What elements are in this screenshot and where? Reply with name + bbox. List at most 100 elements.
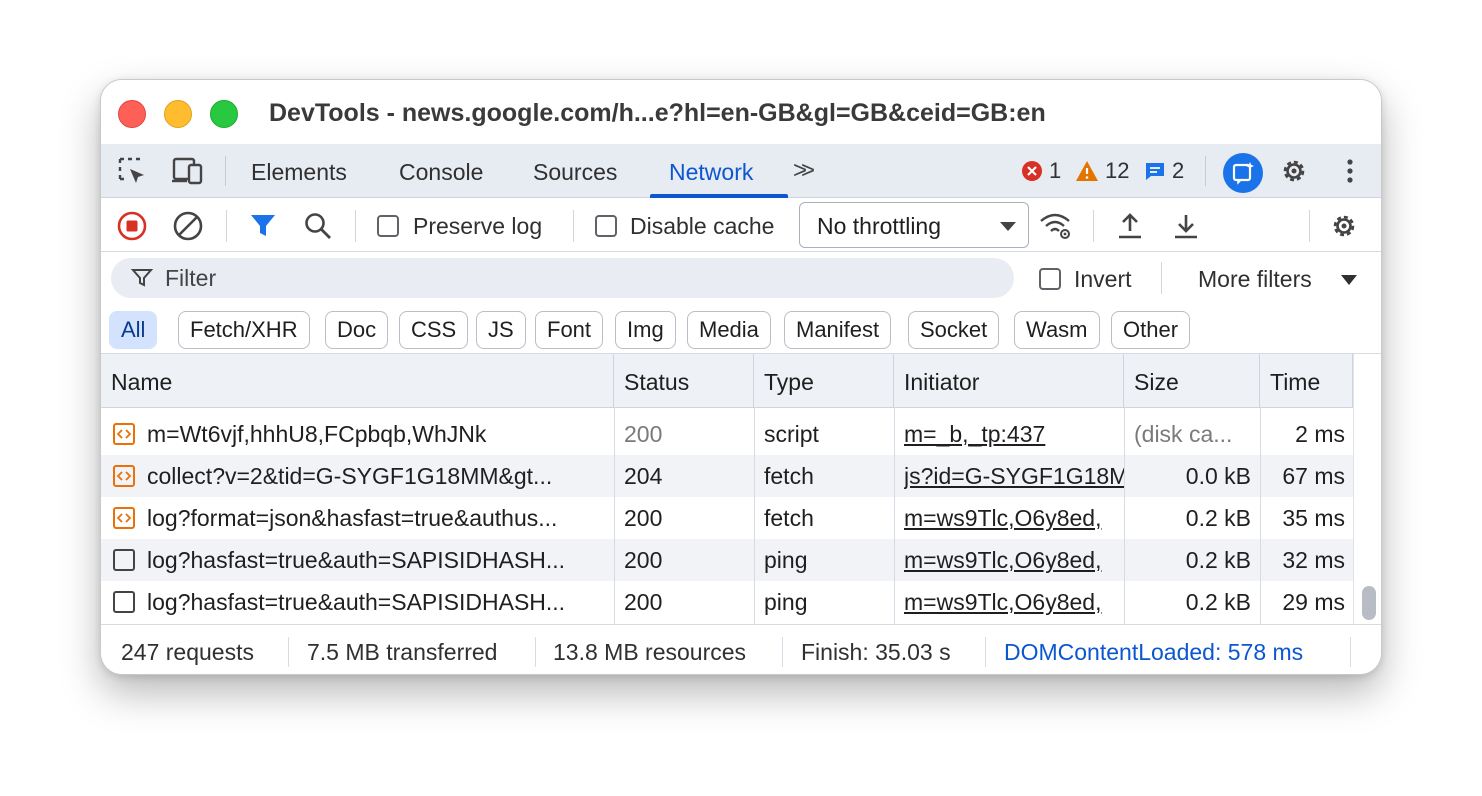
message-icon [1144,160,1166,182]
table-row[interactable]: log?format=json&hasfast=true&authus... 2… [101,497,1353,539]
table-row[interactable]: log?hasfast=true&auth=SAPISIDHASH... 200… [101,539,1353,581]
toolbar-divider [573,210,574,242]
table-row[interactable]: collect?v=2&tid=G-SYGF1G18MM&gt... 204 f… [101,455,1353,497]
tab-console[interactable]: Console [399,159,483,186]
toolbar-divider [226,210,227,242]
filter-funnel-icon [130,267,154,294]
network-conditions-wifi-icon[interactable] [1039,209,1073,243]
minimize-window-button[interactable] [164,100,192,128]
type-filter-doc[interactable]: Doc [325,311,389,349]
preserve-log-checkbox[interactable] [377,215,399,237]
type-filter-other[interactable]: Other [1111,311,1191,349]
settings-gear-icon[interactable] [1277,155,1311,187]
type-filter-css[interactable]: CSS [399,311,469,349]
request-size: 0.0 kB [1185,463,1251,489]
request-type: ping [764,547,808,573]
requests-table: Name Status Type Initiator Size Time m=W… [101,354,1381,624]
type-filter-all[interactable]: All [109,311,158,349]
inspect-element-icon[interactable] [115,155,149,187]
more-filters-button[interactable]: More filters [1198,266,1312,293]
table-row[interactable]: m=Wt6vjf,hhhU8,FCpbqb,WhJNk 200 script m… [101,413,1353,455]
tab-sources[interactable]: Sources [533,159,617,186]
error-icon [1021,160,1043,182]
column-header-initiator[interactable]: Initiator [894,354,1124,408]
script-icon [113,465,135,487]
request-type: script [764,421,819,447]
warnings-badge[interactable]: 12 [1075,158,1129,184]
table-scrollbar-track[interactable] [1353,354,1381,624]
filter-input[interactable] [165,262,985,294]
close-window-button[interactable] [118,100,146,128]
more-options-vertical-dots-icon[interactable] [1333,155,1367,187]
toolbar-divider [1309,210,1310,242]
preserve-log-label: Preserve log [413,213,543,239]
filter-box [111,258,1014,298]
request-initiator-link[interactable]: m=ws9Tlc,O6y8ed, [904,497,1124,539]
table-header: Name Status Type Initiator Size Time [101,354,1353,408]
type-filter-manifest[interactable]: Manifest [784,311,892,349]
type-filter-js[interactable]: JS [476,311,526,349]
request-count: 247 requests [121,639,254,665]
request-type: fetch [764,505,814,531]
script-icon [113,507,135,529]
clear-log-icon[interactable] [171,209,205,243]
more-tabs-chevron-icon[interactable]: >> [793,157,815,185]
request-time: 35 ms [1282,505,1345,531]
script-icon [113,423,135,445]
type-filter-font[interactable]: Font [535,311,604,349]
disable-cache-checkbox[interactable] [595,215,617,237]
tab-elements[interactable]: Elements [251,159,347,186]
throttling-select[interactable]: No throttling [799,202,1029,248]
finish-time: Finish: 35.03 s [801,639,951,665]
warning-icon [1075,160,1099,182]
column-header-size[interactable]: Size [1124,354,1260,408]
invert-checkbox[interactable] [1039,268,1061,290]
search-icon[interactable] [301,209,335,243]
warnings-count: 12 [1105,158,1130,183]
request-name: log?hasfast=true&auth=SAPISIDHASH... [147,547,566,573]
messages-count: 2 [1172,158,1185,183]
errors-badge[interactable]: 1 [1021,158,1061,184]
status-divider [535,637,536,667]
filter-funnel-icon[interactable] [246,209,280,243]
type-filter-wasm[interactable]: Wasm [1014,311,1100,349]
resources-size: 13.8 MB resources [553,639,747,665]
table-row[interactable]: log?hasfast=true&auth=SAPISIDHASH... 200… [101,581,1353,623]
disable-cache-label: Disable cache [630,213,775,239]
request-initiator-link[interactable]: m=ws9Tlc,O6y8ed, [904,539,1124,581]
messages-badge[interactable]: 2 [1144,158,1184,184]
window-title: DevTools - news.google.com/h...e?hl=en-G… [269,99,1046,127]
filter-row: Invert More filters [101,252,1381,306]
column-header-time[interactable]: Time [1260,354,1353,408]
request-status: 200 [624,547,663,573]
tab-network[interactable]: Network [669,159,753,186]
request-initiator-link[interactable]: m=ws9Tlc,O6y8ed, [904,581,1124,623]
type-filter-fetch-xhr[interactable]: Fetch/XHR [178,311,310,349]
toolbar-divider [225,156,226,186]
type-filter-img[interactable]: Img [615,311,676,349]
dropdown-arrow-icon [1000,222,1016,231]
invert-label: Invert [1074,266,1132,292]
status-divider [782,637,783,667]
column-header-name[interactable]: Name [101,354,614,408]
request-initiator-link[interactable]: js?id=G-SYGF1G18MM [904,455,1124,497]
maximize-window-button[interactable] [210,100,238,128]
export-har-download-icon[interactable] [1169,209,1203,243]
device-toolbar-icon[interactable] [171,155,205,187]
column-header-status[interactable]: Status [614,354,754,408]
column-header-type[interactable]: Type [754,354,894,408]
ai-assistance-button[interactable] [1223,153,1263,193]
request-initiator-link[interactable]: m=_b,_tp:437 [904,413,1124,455]
column-divider [614,408,615,624]
resource-type-filters: All Fetch/XHR Doc CSS JS Font Img Media … [101,306,1381,354]
column-divider [754,408,755,624]
table-scrollbar-thumb[interactable] [1362,586,1376,620]
type-filter-socket[interactable]: Socket [908,311,1000,349]
import-har-upload-icon[interactable] [1113,209,1147,243]
stop-recording-icon[interactable] [115,209,149,243]
request-type: ping [764,589,808,615]
network-settings-gear-icon[interactable] [1327,209,1361,243]
type-filter-media[interactable]: Media [687,311,771,349]
column-divider [1124,408,1125,624]
more-filters-dropdown-icon[interactable] [1341,275,1357,285]
